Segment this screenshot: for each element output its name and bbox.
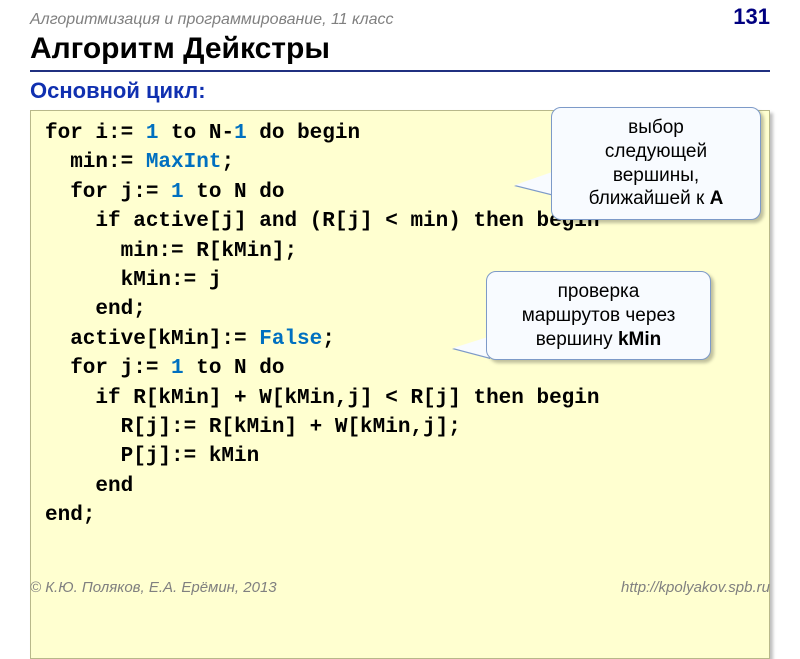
- code-line: end;: [45, 298, 146, 321]
- code-line: end: [45, 475, 133, 498]
- slide-header: Алгоритмизация и программирование, 11 кл…: [0, 0, 800, 32]
- code-block: for i:= 1 to N-1 do begin min:= MaxInt; …: [30, 110, 770, 659]
- footer-url: http://kpolyakov.spb.ru: [621, 579, 770, 596]
- callout-route-check: проверка маршрутов через вершину kMin: [486, 271, 711, 360]
- callout-tail: [515, 171, 555, 195]
- code-line: min:= MaxInt;: [45, 151, 234, 174]
- code-line: min:= R[kMin];: [45, 240, 297, 263]
- callout-vertex-select: выбор следующей вершины, ближайшей к A: [551, 107, 761, 220]
- code-line: P[j]:= kMin: [45, 445, 259, 468]
- code-line: if R[kMin] + W[kMin,j] < R[j] then begin: [45, 387, 600, 410]
- code-line: for j:= 1 to N do: [45, 181, 284, 204]
- slide-footer: © К.Ю. Поляков, Е.А. Ерёмин, 2013 http:/…: [0, 579, 800, 596]
- section-subtitle: Основной цикл:: [30, 78, 770, 104]
- code-line: R[j]:= R[kMin] + W[kMin,j];: [45, 416, 461, 439]
- copyright: © К.Ю. Поляков, Е.А. Ерёмин, 2013: [30, 579, 277, 596]
- course-name: Алгоритмизация и программирование, 11 кл…: [30, 11, 394, 29]
- code-line: active[kMin]:= False;: [45, 328, 335, 351]
- page-number: 131: [733, 4, 770, 30]
- page-title: Алгоритм Дейкстры: [30, 32, 770, 72]
- code-line: if active[j] and (R[j] < min) then begin: [45, 210, 600, 233]
- code-line: for i:= 1 to N-1 do begin: [45, 122, 360, 145]
- code-line: end;: [45, 504, 95, 527]
- code-line: kMin:= j: [45, 269, 221, 292]
- code-line: for j:= 1 to N do: [45, 357, 284, 380]
